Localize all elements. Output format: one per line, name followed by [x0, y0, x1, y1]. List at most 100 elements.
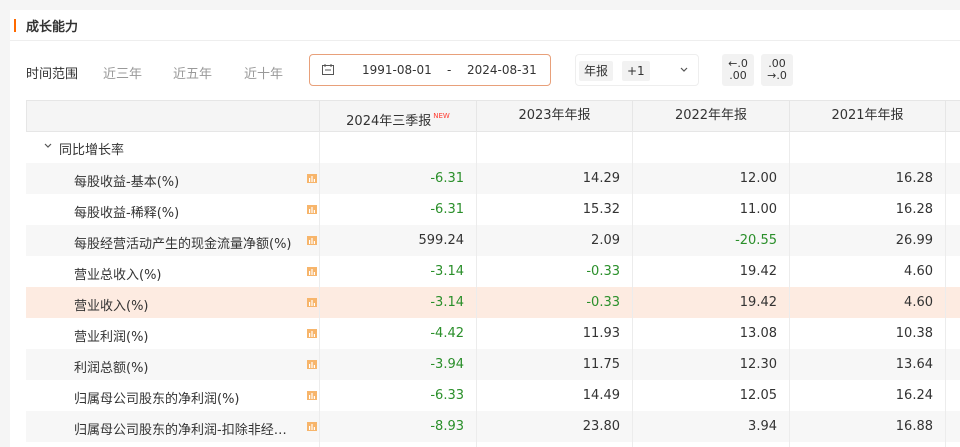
- row-label: 每股经营活动产生的现金流量净额(%): [74, 237, 292, 252]
- table-cell: 11.93: [582, 326, 620, 341]
- time-range-label: 时间范围: [26, 67, 79, 82]
- decrease-decimals-line2: .00: [729, 69, 747, 82]
- chevron-down-icon[interactable]: [44, 143, 52, 149]
- table-cell: 16.28: [895, 171, 933, 186]
- growth-table: 2024年三季报 NEW 2023年年报 2022年年报 2021年年报 同比增长…: [26, 100, 960, 447]
- table-cell: 599.24: [418, 233, 465, 248]
- table-cell: 26.99: [895, 233, 933, 248]
- section-accent-bar: [14, 19, 16, 32]
- bar-chart-icon[interactable]: [307, 360, 317, 369]
- bar-chart-icon[interactable]: [307, 329, 317, 338]
- column-divider: [789, 132, 790, 447]
- group-label: 同比增长率: [59, 143, 125, 158]
- decrease-decimals-button[interactable]: ←.0 .00: [722, 54, 754, 86]
- table-cell: -6.31: [430, 202, 464, 217]
- table-cell: -6.33: [430, 388, 464, 403]
- column-header: 2021年年报: [789, 101, 945, 131]
- table-cell: 23.80: [582, 419, 620, 434]
- table-cell: 3.94: [748, 419, 777, 434]
- table-cell: 14.49: [582, 388, 620, 403]
- table-cell: 19.42: [739, 295, 777, 310]
- table-cell: 11.00: [739, 202, 777, 217]
- column-header: 2024年三季报 NEW: [319, 101, 476, 131]
- report-type-chip[interactable]: 年报: [579, 61, 614, 81]
- increase-decimals-button[interactable]: .00 →.0: [761, 54, 793, 86]
- table-header: 2024年三季报 NEW 2023年年报 2022年年报 2021年年报: [26, 100, 960, 132]
- table-cell: 12.05: [739, 388, 777, 403]
- table-cell: 16.88: [895, 419, 933, 434]
- row-label: 每股收益-基本(%): [74, 175, 180, 190]
- table-cell: -0.33: [586, 264, 620, 279]
- table-cell: -0.33: [586, 295, 620, 310]
- column-divider: [945, 132, 946, 447]
- table-cell: -20.55: [735, 233, 777, 248]
- bar-chart-icon[interactable]: [307, 236, 317, 245]
- bar-chart-icon[interactable]: [307, 174, 317, 183]
- table-cell: 19.42: [739, 264, 777, 279]
- row-label: 营业利润(%): [74, 330, 149, 345]
- table-cell: -6.31: [430, 171, 464, 186]
- table-cell: 13.08: [739, 326, 777, 341]
- bar-chart-icon[interactable]: [307, 298, 317, 307]
- range-tab-10y[interactable]: 近十年: [244, 63, 283, 82]
- table-row[interactable]: 归属母公司股东的净利润-扣除非经… -8.93 23.80 3.94 16.88: [26, 411, 960, 442]
- table-cell: -4.42: [430, 326, 464, 341]
- row-label: 归属母公司股东的净利润-扣除非经…: [74, 423, 287, 438]
- table-row[interactable]: 营业收入(%) -3.14 -0.33 19.42 4.60: [26, 287, 960, 318]
- table-cell: 10.38: [895, 326, 933, 341]
- date-start-input[interactable]: 1991-08-01: [362, 63, 432, 77]
- table-row[interactable]: 归属母公司股东的净利润(%) -6.33 14.49 12.05 16.24: [26, 380, 960, 411]
- table-cell: -3.14: [430, 264, 464, 279]
- new-badge: NEW: [433, 112, 450, 120]
- range-tab-3y[interactable]: 近三年: [103, 63, 142, 82]
- calendar-icon: [322, 64, 334, 75]
- toolbar: 时间范围 近三年 近五年 近十年 1991-08-01 - 2024-08-31…: [10, 54, 960, 88]
- group-row-yoy[interactable]: 同比增长率: [26, 132, 960, 163]
- row-label: 营业收入(%): [74, 299, 149, 314]
- column-divider: [319, 132, 320, 447]
- row-label: 每股收益-稀释(%): [74, 206, 180, 221]
- table-cell: 11.75: [582, 357, 620, 372]
- table-row[interactable]: 营业利润(%) -4.42 11.93 13.08 10.38: [26, 318, 960, 349]
- table-row[interactable]: 每股收益-稀释(%) -6.31 15.32 11.00 16.28: [26, 194, 960, 225]
- table-cell: -8.93: [430, 419, 464, 434]
- table-cell: 15.32: [582, 202, 620, 217]
- increase-decimals-line2: →.0: [767, 69, 787, 82]
- table-cell: 14.29: [582, 171, 620, 186]
- growth-panel: 成长能力 时间范围 近三年 近五年 近十年 1991-08-01 - 2024-…: [10, 10, 960, 447]
- column-header: 2023年年报: [476, 101, 632, 131]
- date-end-input[interactable]: 2024-08-31: [467, 63, 537, 77]
- table-cell: 13.64: [895, 357, 933, 372]
- table-row[interactable]: 利润总额(%) -3.94 11.75 12.30 13.64: [26, 349, 960, 380]
- column-header: 2022年年报: [632, 101, 789, 131]
- table-cell: 12.00: [739, 171, 777, 186]
- bar-chart-icon[interactable]: [307, 267, 317, 276]
- row-label: 营业总收入(%): [74, 268, 162, 283]
- table-cell: 4.60: [904, 264, 933, 279]
- table-cell: 16.28: [895, 202, 933, 217]
- chevron-down-icon[interactable]: [680, 67, 688, 73]
- column-header-label: 2024年三季报: [346, 114, 432, 129]
- bar-chart-icon[interactable]: [307, 205, 317, 214]
- row-label: 利润总额(%): [74, 361, 149, 376]
- header-corner: [26, 101, 319, 131]
- table-row[interactable]: 营业总收入(%) -3.14 -0.33 19.42 4.60: [26, 256, 960, 287]
- report-more-chip[interactable]: +1: [622, 61, 650, 81]
- table-cell: 16.24: [895, 388, 933, 403]
- table-cell: 4.60: [904, 295, 933, 310]
- report-type-select[interactable]: 年报 +1: [575, 54, 699, 86]
- section-title: 成长能力: [26, 20, 79, 35]
- table-row[interactable]: 每股收益-基本(%) -6.31 14.29 12.00 16.28: [26, 163, 960, 194]
- column-header-overflow: [945, 101, 960, 131]
- date-separator: -: [447, 63, 452, 77]
- bar-chart-icon[interactable]: [307, 391, 317, 400]
- bar-chart-icon[interactable]: [307, 422, 317, 431]
- table-cell: -3.94: [430, 357, 464, 372]
- table-cell: 12.30: [739, 357, 777, 372]
- date-range-picker[interactable]: 1991-08-01 - 2024-08-31: [309, 54, 551, 86]
- table-cell: -3.14: [430, 295, 464, 310]
- range-tab-5y[interactable]: 近五年: [173, 63, 212, 82]
- column-divider: [476, 132, 477, 447]
- column-divider: [632, 132, 633, 447]
- table-row[interactable]: 每股经营活动产生的现金流量净额(%) 599.24 2.09 -20.55 26.99: [26, 225, 960, 256]
